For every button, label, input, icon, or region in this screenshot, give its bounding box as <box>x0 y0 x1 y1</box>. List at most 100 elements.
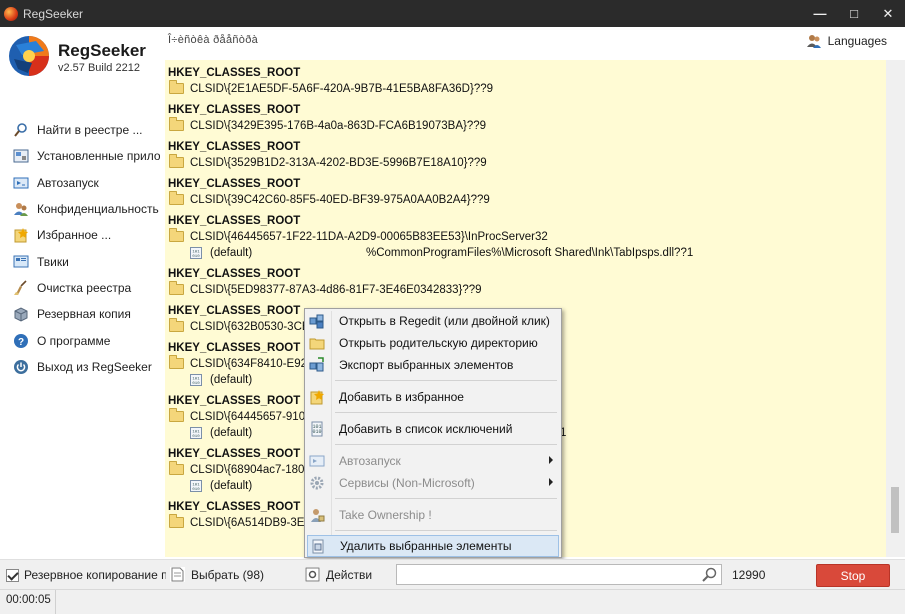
result-entry[interactable]: HKEY_CLASSES_ROOT CLSID\{3529B1D2-313A-42… <box>165 140 886 171</box>
folder-icon <box>169 318 184 332</box>
sidebar-item-label: Установленные прило <box>37 149 160 164</box>
folder-icon <box>169 228 184 242</box>
svg-text:010: 010 <box>192 435 200 438</box>
menu-item-open-regedit[interactable]: Открыть в Regedit (или двойной клик) <box>307 310 559 332</box>
menu-item-label: Take Ownership ! <box>339 508 432 522</box>
value-data: %CommonProgramFiles%\Microsoft Shared\In… <box>366 247 694 259</box>
result-entry[interactable]: HKEY_CLASSES_ROOT CLSID\{2E1AE5DF-5A6F-42… <box>165 66 886 97</box>
checkbox-checked-icon[interactable] <box>6 568 19 582</box>
folder-icon <box>169 281 184 295</box>
backup-label: Резервное копирование пе <box>24 568 166 582</box>
close-button[interactable]: ✕ <box>871 0 905 27</box>
sidebar-item-installed[interactable]: Установленные прило <box>0 143 160 169</box>
languages-label: Languages <box>827 34 887 48</box>
sidebar-item-backup[interactable]: Резервная копия <box>0 301 160 327</box>
sidebar-item-label: Избранное ... <box>37 228 112 243</box>
vertical-scrollbar[interactable] <box>886 60 905 557</box>
menu-item-export[interactable]: Экспорт выбранных элементов <box>307 354 559 376</box>
sidebar-item-favorites[interactable]: Избранное ... <box>0 222 160 248</box>
registry-key-row[interactable]: CLSID\{39C42C60-85F5-40ED-BF39-975A0AA0B… <box>168 191 886 208</box>
menu-item-label: Добавить в избранное <box>339 390 464 404</box>
registry-key-path: CLSID\{2E1AE5DF-5A6F-420A-9B7B-41E5BA8FA… <box>190 82 494 95</box>
filter-input[interactable] <box>397 565 697 584</box>
window-controls: — □ ✕ <box>803 0 905 27</box>
context-menu: Открыть в Regedit (или двойной клик) Отк… <box>304 308 562 558</box>
menu-item-label: Открыть родительскую директорию <box>339 336 538 350</box>
registry-value-row[interactable]: 101 010 (default) %CommonProgramFiles%\Micr… <box>168 245 886 261</box>
registry-key-path: CLSID\{6A514DB9-3EC1 <box>190 516 320 529</box>
maximize-button[interactable]: □ <box>837 0 871 27</box>
sidebar-item-startup[interactable]: Автозапуск <box>0 170 160 196</box>
document-icon <box>170 567 185 582</box>
brand-version: v2.57 Build 2212 <box>58 62 140 74</box>
actions-button[interactable]: Действи <box>305 567 372 582</box>
registry-key-row[interactable]: CLSID\{46445657-1F22-11DA-A2D9-00065B83E… <box>168 228 886 245</box>
folder-icon <box>169 80 184 94</box>
menu-item-services[interactable]: Сервисы (Non-Microsoft) <box>307 472 559 494</box>
menu-item-open-parent[interactable]: Открыть родительскую директорию <box>307 332 559 354</box>
registry-hive: HKEY_CLASSES_ROOT <box>168 268 301 280</box>
registry-key-row[interactable]: CLSID\{3429E395-176B-4a0a-863D-FCA6B1907… <box>168 117 886 134</box>
registry-hive: HKEY_CLASSES_ROOT <box>168 141 301 153</box>
power-icon <box>13 359 29 375</box>
services-gear-icon <box>309 475 325 491</box>
startup-icon <box>309 453 325 469</box>
registry-key-path: CLSID\{3529B1D2-313A-4202-BD3E-5996B7E18… <box>190 156 487 169</box>
main-header: Î÷èñòêà ðååñòðà Languages <box>160 27 905 57</box>
sidebar-item-privacy[interactable]: Конфиденциальность <box>0 196 160 222</box>
sidebar-item-about[interactable]: ? О программе <box>0 327 160 353</box>
svg-text:101: 101 <box>192 378 200 382</box>
result-entry[interactable]: HKEY_CLASSES_ROOT CLSID\{5ED98377-87A3-4d… <box>165 267 886 298</box>
menu-item-label: Автозапуск <box>339 454 401 468</box>
export-icon <box>309 357 325 373</box>
registry-key-path: CLSID\{68904ac7-1801- <box>190 463 315 476</box>
filter-field[interactable] <box>396 564 722 585</box>
stop-button[interactable]: Stop <box>816 564 890 587</box>
svg-text:101: 101 <box>192 251 200 255</box>
brand-name: RegSeeker <box>58 41 146 60</box>
registry-key-path: CLSID\{634F8410-E924- <box>190 357 318 370</box>
privacy-icon <box>13 201 29 217</box>
regseeker-logo <box>9 36 49 76</box>
languages-button[interactable]: Languages <box>806 33 887 49</box>
select-button[interactable]: Выбрать (98) <box>170 567 264 582</box>
registry-key-row[interactable]: CLSID\{2E1AE5DF-5A6F-420A-9B7B-41E5BA8FA… <box>168 80 886 97</box>
menu-item-delete-selected[interactable]: Удалить выбранные элементы <box>307 535 559 557</box>
binary-value-icon: 101 010 <box>190 374 202 386</box>
menu-separator <box>335 412 557 413</box>
folder-icon <box>169 355 184 369</box>
registry-key-path: CLSID\{5ED98377-87A3-4d86-81F7-3E46E0342… <box>190 283 482 296</box>
result-entry[interactable]: HKEY_CLASSES_ROOT CLSID\{39C42C60-85F5-40… <box>165 177 886 208</box>
registry-hive: HKEY_CLASSES_ROOT <box>168 67 301 79</box>
menu-item-label: Сервисы (Non-Microsoft) <box>339 476 475 490</box>
status-bar: 00:00:05 <box>0 589 905 614</box>
folder-icon <box>169 191 184 205</box>
actions-icon <box>305 567 320 582</box>
menu-item-take-ownership[interactable]: Take Ownership ! <box>307 504 559 526</box>
menu-item-add-exclusion[interactable]: 101 010 Добавить в список исключений <box>307 418 559 440</box>
value-name: (default) <box>210 247 253 259</box>
menu-item-startup[interactable]: Автозапуск <box>307 450 559 472</box>
sidebar-item-search[interactable]: Найти в реестре ... <box>0 117 160 143</box>
minimize-button[interactable]: — <box>803 0 837 27</box>
search-icon[interactable] <box>701 566 718 583</box>
sidebar: RegSeeker v2.57 Build 2212 Найти в реест… <box>0 27 160 559</box>
sidebar-item-registry-clean[interactable]: Очистка реестра <box>0 275 160 301</box>
folder-icon <box>169 408 184 422</box>
backup-checkbox[interactable]: Резервное копирование пе <box>6 568 166 582</box>
result-entry[interactable]: HKEY_CLASSES_ROOT CLSID\{3429E395-176B-4a… <box>165 103 886 134</box>
result-entry[interactable]: HKEY_CLASSES_ROOT CLSID\{46445657-1F22-11… <box>165 214 886 261</box>
sidebar-item-exit[interactable]: Выход из RegSeeker <box>0 354 160 380</box>
menu-separator <box>335 530 557 531</box>
folder-icon <box>169 154 184 168</box>
registry-key-row[interactable]: CLSID\{5ED98377-87A3-4d86-81F7-3E46E0342… <box>168 281 886 298</box>
backup-icon <box>13 306 29 322</box>
svg-text:?: ? <box>18 337 24 348</box>
registry-key-row[interactable]: CLSID\{3529B1D2-313A-4202-BD3E-5996B7E18… <box>168 154 886 171</box>
registry-hive: HKEY_CLASSES_ROOT <box>168 104 301 116</box>
scrollbar-thumb[interactable] <box>891 487 899 533</box>
installed-apps-icon <box>13 148 29 164</box>
sidebar-item-tweaks[interactable]: Твики <box>0 248 160 274</box>
status-divider <box>55 590 56 614</box>
menu-item-add-favorites[interactable]: Добавить в избранное <box>307 386 559 408</box>
